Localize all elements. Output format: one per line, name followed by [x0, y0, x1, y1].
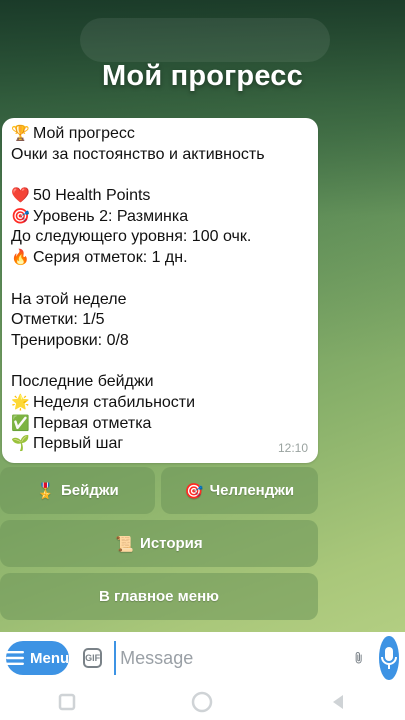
- message-line-text: Тренировки: 0/8: [11, 331, 129, 349]
- menu-icon: [6, 651, 24, 665]
- message-input-bar: Menu GIF: [0, 632, 405, 684]
- emoji-icon: 🌱: [11, 435, 30, 453]
- message-input[interactable]: [114, 641, 353, 675]
- keyboard-row-3: В главное меню: [0, 573, 318, 620]
- message-line: Последние бейджи: [11, 372, 309, 393]
- gif-icon[interactable]: GIF: [83, 648, 103, 668]
- system-nav-bar: [0, 684, 405, 720]
- message-line-text: Очки за постоянство и активность: [11, 145, 265, 163]
- header-pill: [80, 18, 330, 62]
- message-line: 🎯 Уровень 2: Разминка: [11, 207, 309, 228]
- message-line-text: Отметки: 1/5: [11, 311, 105, 329]
- emoji-icon: 🏆: [11, 125, 30, 142]
- challenges-button[interactable]: 🎯 Челленджи: [161, 467, 318, 514]
- medal-icon: 🎖️: [36, 482, 55, 500]
- emoji-icon: 🌟: [11, 393, 30, 411]
- badges-button[interactable]: 🎖️ Бейджи: [0, 467, 155, 514]
- message-line: На этой неделе: [11, 290, 309, 311]
- message-line-text: Первая отметка: [33, 414, 152, 432]
- page-title: Мой прогресс: [102, 60, 303, 92]
- history-label: История: [140, 535, 203, 552]
- message-line: Отметки: 1/5: [11, 310, 309, 331]
- message-line: Тренировки: 0/8: [11, 331, 309, 352]
- message-line: Очки за постоянство и активность: [11, 145, 309, 166]
- message-line-text: 50 Health Points: [33, 187, 151, 205]
- main-menu-button[interactable]: В главное меню: [0, 573, 318, 620]
- message-line: До следующего уровня: 100 очк.: [11, 227, 309, 248]
- message-line-text: Мой прогресс: [33, 125, 135, 142]
- microphone-button[interactable]: [379, 636, 399, 680]
- back-icon[interactable]: [328, 692, 348, 712]
- target-icon: 🎯: [184, 482, 204, 500]
- message-line-text: Серия отметок: 1 дн.: [33, 249, 188, 267]
- message-bubble: 🏆 Мой прогресс Очки за постоянство и актив…: [2, 118, 318, 463]
- message-line: 🌱 Первый шаг: [11, 434, 309, 455]
- message-line-text: Последние бейджи: [11, 373, 154, 391]
- emoji-icon: 🎯: [11, 207, 30, 225]
- message-line: ❤️ 50 Health Points: [11, 186, 309, 207]
- message-time: 12:10: [277, 441, 308, 456]
- message-line-text: Первый шаг: [33, 435, 124, 453]
- recents-icon[interactable]: [57, 692, 77, 712]
- gif-label: GIF: [85, 653, 101, 663]
- history-button[interactable]: 📜 История: [0, 520, 318, 567]
- menu-button[interactable]: Menu: [6, 641, 70, 675]
- scroll-icon: 📜: [115, 535, 135, 553]
- keyboard-row-2: 📜 История: [0, 520, 318, 567]
- message-line-text: На этой неделе: [11, 290, 127, 308]
- main-menu-label: В главное меню: [98, 588, 219, 605]
- emoji-icon: ✅: [11, 414, 30, 432]
- emoji-icon: 🔥: [11, 249, 30, 267]
- home-icon[interactable]: [190, 690, 214, 714]
- message-line-text: До следующего уровня: 100 очк.: [11, 228, 252, 246]
- message-line: ✅ Первая отметка: [11, 414, 309, 435]
- chat-header: Мой прогресс: [0, 0, 405, 120]
- challenges-label: Челленджи: [209, 482, 295, 499]
- message-line: 🌟 Неделя стабильности: [11, 393, 309, 414]
- menu-label: Menu: [30, 649, 70, 667]
- keyboard-row-1: 🎖️ Бейджи 🎯 Челленджи: [0, 467, 318, 514]
- message-line: 🏆 Мой прогресс: [11, 124, 309, 145]
- paperclip-icon[interactable]: [352, 643, 365, 673]
- badges-label: Бейджи: [60, 482, 119, 499]
- message-line-text: Уровень 2: Разминка: [33, 207, 189, 225]
- message-line: 🔥 Серия отметок: 1 дн.: [11, 248, 309, 269]
- emoji-icon: ❤️: [11, 187, 30, 205]
- microphone-icon: [381, 647, 398, 669]
- message-line-text: Неделя стабильности: [33, 393, 196, 411]
